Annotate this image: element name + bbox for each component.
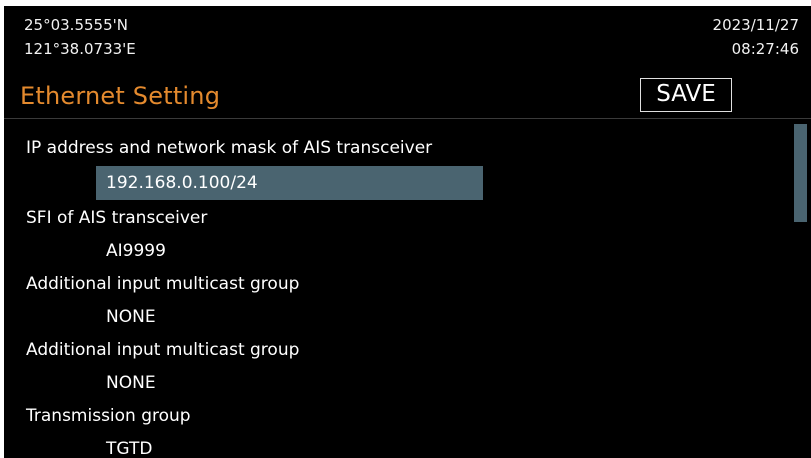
header-divider: [4, 118, 811, 119]
setting-label-multicast-group-2: Additional input multicast group: [26, 340, 300, 360]
setting-label-ip-address: IP address and network mask of AIS trans…: [26, 138, 433, 158]
setting-value-multicast-group-2[interactable]: NONE: [96, 366, 156, 400]
ethernet-setting-screen: 25°03.5555'N 121°38.0733'E 2023/11/27 08…: [4, 6, 811, 458]
setting-label-multicast-group-1: Additional input multicast group: [26, 274, 300, 294]
scrollbar[interactable]: [794, 124, 807, 458]
setting-value-sfi[interactable]: AI9999: [96, 234, 166, 268]
page-title: Ethernet Setting: [20, 82, 221, 110]
setting-value-multicast-group-1[interactable]: NONE: [96, 300, 156, 334]
latitude-readout: 25°03.5555'N: [24, 16, 128, 34]
date-readout: 2023/11/27: [712, 16, 799, 34]
setting-label-transmission-group: Transmission group: [26, 406, 191, 426]
setting-value-transmission-group[interactable]: TGTD: [96, 432, 152, 458]
setting-label-sfi: SFI of AIS transceiver: [26, 208, 208, 228]
scrollbar-thumb[interactable]: [794, 124, 807, 222]
longitude-readout: 121°38.0733'E: [24, 40, 136, 58]
save-button[interactable]: SAVE: [640, 78, 732, 112]
time-readout: 08:27:46: [731, 40, 799, 58]
setting-value-ip-address[interactable]: 192.168.0.100/24: [96, 166, 483, 200]
